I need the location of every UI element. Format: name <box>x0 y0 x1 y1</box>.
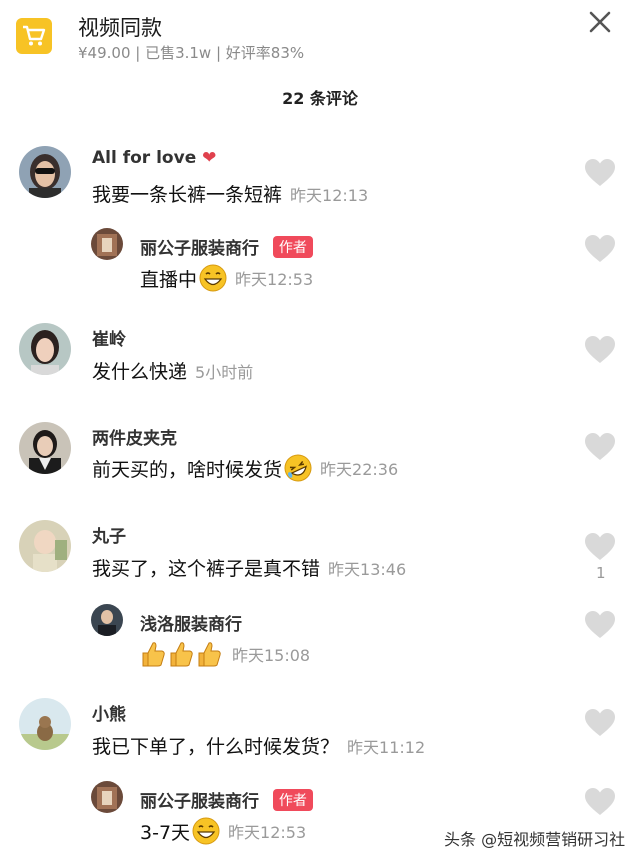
avatar[interactable] <box>91 604 123 636</box>
avatar[interactable] <box>19 146 71 198</box>
comment-author[interactable]: All for love ❤ <box>92 148 216 168</box>
comment-count: 22 条评论 <box>282 89 358 108</box>
cart-button[interactable] <box>16 18 52 54</box>
like-heart-icon[interactable] <box>584 532 616 562</box>
comment-text-row: 3-7天 昨天12:53 <box>140 817 306 845</box>
product-meta: ¥49.00 | 已售3.1w | 好评率83% <box>78 44 305 62</box>
comment-time: 昨天12:53 <box>235 270 314 289</box>
comment-author-name[interactable]: 浅洛服装商行 <box>140 610 242 635</box>
shopping-cart-icon <box>23 25 46 46</box>
comment-author-name[interactable]: 两件皮夹克 <box>92 424 177 449</box>
comment-text: 我已下单了，什么时候发货？ <box>92 736 340 758</box>
comment-time: 昨天11:12 <box>347 737 426 757</box>
comment-text: 前天买的，啥时候发货 <box>92 458 283 481</box>
avatar[interactable] <box>91 781 123 813</box>
comment-text-row: 我买了，这个裤子是真不错 昨天13:46 <box>92 554 406 581</box>
comment-text-row: 我已下单了，什么时候发货？ 昨天11:12 <box>92 732 425 759</box>
comment-text-row: 前天买的，啥时候发货 昨天22:36 <box>92 454 398 482</box>
author-badge: 作者 <box>272 789 313 811</box>
comment-author-name: 丽公子服装商行 <box>140 792 259 812</box>
comment-text: 直播中 <box>140 268 198 291</box>
comment-text-row: 发什么快递 5小时前 <box>92 357 253 384</box>
comment-author-name: 丽公子服装商行 <box>140 239 259 259</box>
comment-author[interactable]: 丽公子服装商行 作者 <box>140 787 313 812</box>
like-heart-icon[interactable] <box>584 158 616 188</box>
comment-time: 昨天12:13 <box>290 185 369 205</box>
avatar[interactable] <box>19 698 71 750</box>
comment-author-name[interactable]: 丸子 <box>92 522 126 547</box>
like-heart-icon[interactable] <box>584 234 616 264</box>
comment-text-row: 昨天15:08 <box>140 640 310 668</box>
rofl-emoji-icon <box>284 454 312 482</box>
heart-emoji-icon: ❤ <box>202 148 217 168</box>
thumbs-up-emoji-icon <box>170 642 193 667</box>
like-heart-icon[interactable] <box>584 432 616 462</box>
comment-text-row: 直播中 昨天12:53 <box>140 264 313 292</box>
comment-text: 发什么快递 <box>92 361 188 383</box>
comment-time: 昨天15:08 <box>232 646 311 665</box>
comment-text-row: 我要一条长裤一条短裤 昨天12:13 <box>92 180 368 207</box>
avatar[interactable] <box>19 323 71 375</box>
comment-time: 昨天12:53 <box>228 823 307 842</box>
thumbs-up-emoji-icon <box>142 642 165 667</box>
thumbs-up-emoji-icon <box>198 642 221 667</box>
comment-text: 3-7天 <box>140 821 191 844</box>
author-badge: 作者 <box>272 236 313 258</box>
product-title[interactable]: 视频同款 <box>78 12 162 42</box>
comment-text: 我买了，这个裤子是真不错 <box>92 558 321 580</box>
watermark: 头条 @短视频营销研习社 <box>444 830 626 849</box>
close-icon[interactable] <box>586 8 614 36</box>
comment-author-name: All for love <box>92 148 197 168</box>
comment-author-name[interactable]: 崔岭 <box>92 325 126 350</box>
avatar[interactable] <box>19 422 71 474</box>
avatar[interactable] <box>91 228 123 260</box>
comment-text: 我要一条长裤一条短裤 <box>92 184 283 206</box>
like-count: 1 <box>596 564 606 582</box>
avatar[interactable] <box>19 520 71 572</box>
product-header: 视频同款 ¥49.00 | 已售3.1w | 好评率83% 22 条评论 <box>0 0 640 120</box>
grin-emoji-icon <box>199 264 227 292</box>
like-heart-icon[interactable] <box>584 787 616 817</box>
comment-author[interactable]: 丽公子服装商行 作者 <box>140 234 313 259</box>
like-heart-icon[interactable] <box>584 610 616 640</box>
like-heart-icon[interactable] <box>584 708 616 738</box>
comment-time: 5小时前 <box>195 362 254 382</box>
comment-time: 昨天13:46 <box>328 559 407 579</box>
comment-time: 昨天22:36 <box>320 460 399 479</box>
grin-emoji-icon <box>192 817 220 845</box>
comment-author-name[interactable]: 小熊 <box>92 700 126 725</box>
like-heart-icon[interactable] <box>584 335 616 365</box>
